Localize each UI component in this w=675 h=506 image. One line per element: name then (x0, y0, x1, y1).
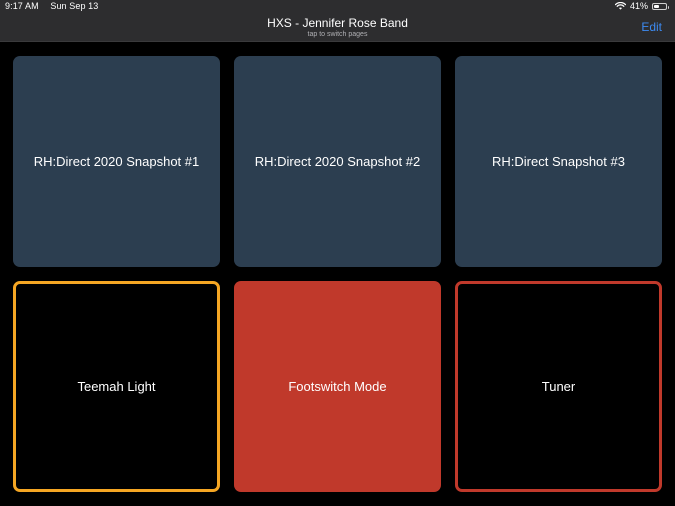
teemah-light-pad[interactable]: Teemah Light (13, 281, 220, 492)
footswitch-mode-pad[interactable]: Footswitch Mode (234, 281, 441, 492)
tuner-pad[interactable]: Tuner (455, 281, 662, 492)
edit-button[interactable]: Edit (641, 20, 662, 34)
pad-label: RH:Direct 2020 Snapshot #2 (254, 154, 421, 169)
navigation-bar: 9:17 AM Sun Sep 13 41% HXS - Jennifer Ro… (0, 0, 675, 42)
status-date: Sun Sep 13 (50, 1, 99, 11)
page-subtitle: tap to switch pages (307, 31, 368, 38)
snapshot-1-pad[interactable]: RH:Direct 2020 Snapshot #1 (13, 56, 220, 267)
status-bar-right: 41% (614, 1, 669, 11)
snapshot-2-pad[interactable]: RH:Direct 2020 Snapshot #2 (234, 56, 441, 267)
battery-percent: 41% (629, 1, 648, 11)
battery-icon (652, 2, 669, 10)
screen: 9:17 AM Sun Sep 13 41% HXS - Jennifer Ro… (0, 0, 675, 506)
pad-label: Teemah Light (77, 379, 156, 394)
wifi-icon (614, 2, 626, 10)
pad-label: Tuner (541, 379, 576, 394)
status-bar-left: 9:17 AM Sun Sep 13 (5, 1, 98, 11)
battery-level-fill (654, 4, 659, 8)
page-title[interactable]: HXS - Jennifer Rose Band (0, 16, 675, 30)
status-time: 9:17 AM (5, 1, 39, 11)
pad-label: Footswitch Mode (288, 379, 387, 394)
pad-label: RH:Direct 2020 Snapshot #1 (33, 154, 200, 169)
pad-label: RH:Direct Snapshot #3 (492, 154, 625, 169)
snapshot-3-pad[interactable]: RH:Direct Snapshot #3 (455, 56, 662, 267)
